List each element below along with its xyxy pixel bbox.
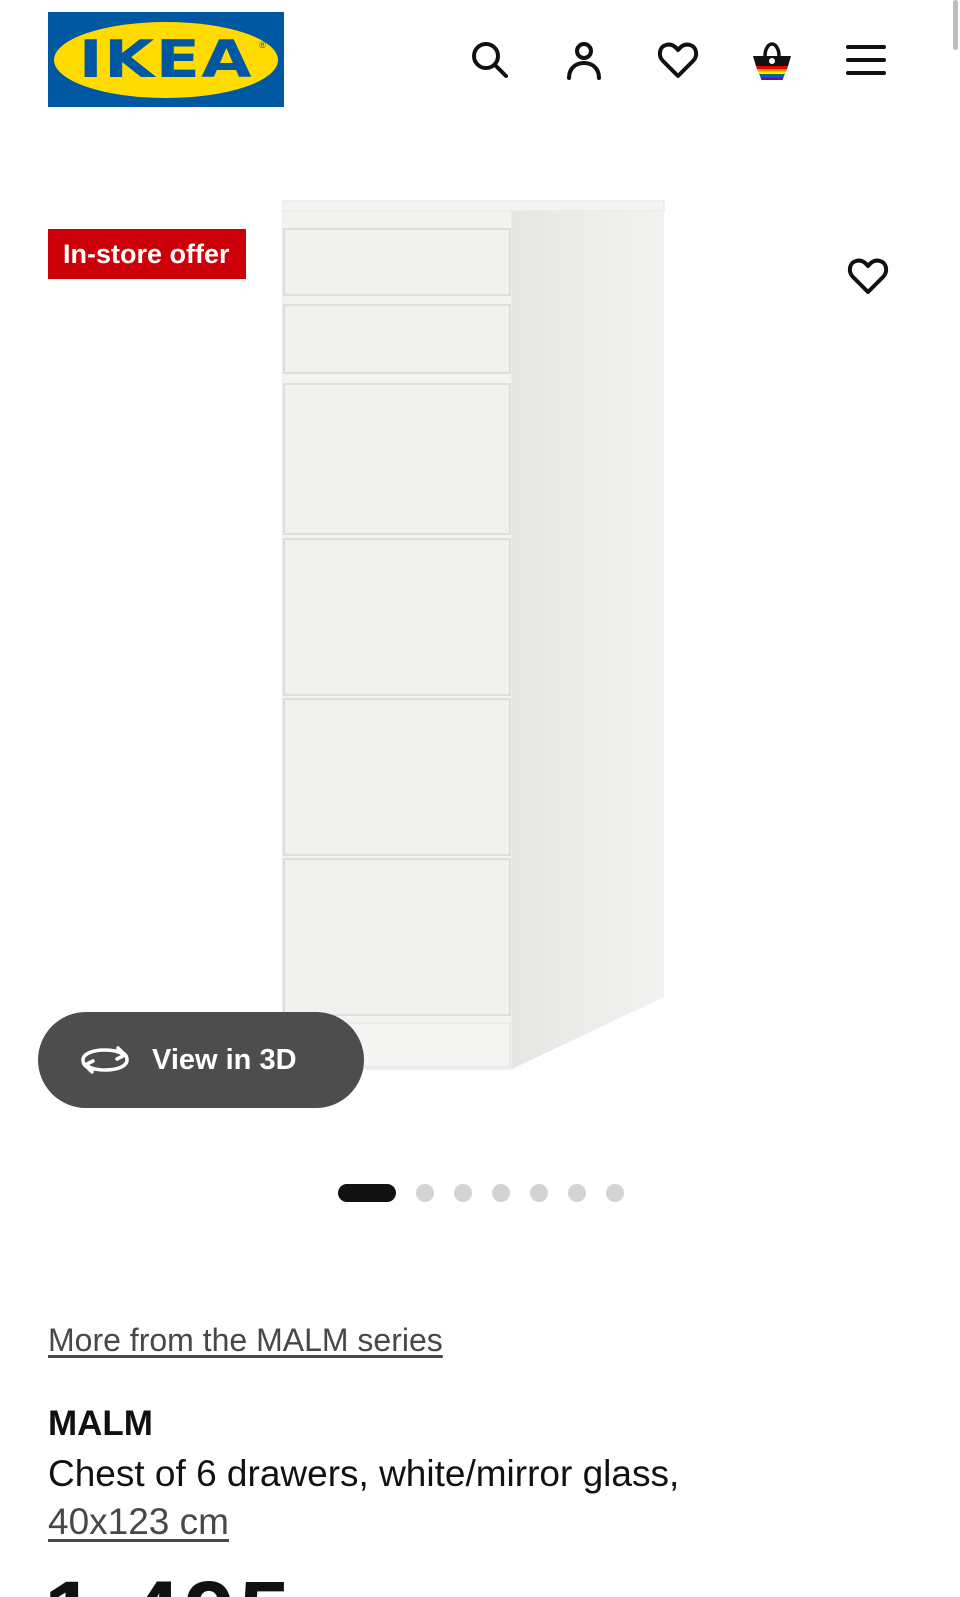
heart-icon [847,258,889,294]
carousel-dot[interactable] [416,1184,434,1202]
carousel-dot-active[interactable] [338,1184,396,1202]
product-price: 1 495 [44,1568,294,1597]
carousel-dot[interactable] [568,1184,586,1202]
product-description-text: Chest of 6 drawers, white/mirror glass, [48,1453,680,1494]
carousel-dot[interactable] [454,1184,472,1202]
view-in-3d-label: View in 3D [152,1043,297,1076]
product-name: MALM [48,1404,153,1443]
ikea-logo[interactable]: IKEA ® [48,12,284,107]
carousel-dot[interactable] [606,1184,624,1202]
shopping-bag-icon[interactable] [748,36,796,84]
product-description: Chest of 6 drawers, white/mirror glass, … [48,1450,848,1546]
logo-registered-mark: ® [259,39,266,50]
product-size-link[interactable]: 40x123 cm [48,1501,229,1542]
rotate-3d-icon [81,1046,129,1074]
account-icon[interactable] [560,36,608,84]
carousel-pagination [338,1184,644,1202]
view-in-3d-button[interactable]: View in 3D [38,1012,364,1108]
carousel-dot[interactable] [530,1184,548,1202]
heart-icon[interactable] [654,36,702,84]
site-header: IKEA ® [0,0,960,120]
add-to-favourites-button[interactable] [844,252,892,300]
carousel-dot[interactable] [492,1184,510,1202]
series-link[interactable]: More from the MALM series [48,1322,443,1359]
menu-icon[interactable] [842,36,890,84]
logo-text: IKEA [78,29,254,90]
header-icon-bar [466,36,890,84]
product-image [282,200,665,1070]
in-store-offer-badge: In-store offer [48,229,246,279]
logo-oval: IKEA ® [54,21,278,98]
search-icon[interactable] [466,36,514,84]
